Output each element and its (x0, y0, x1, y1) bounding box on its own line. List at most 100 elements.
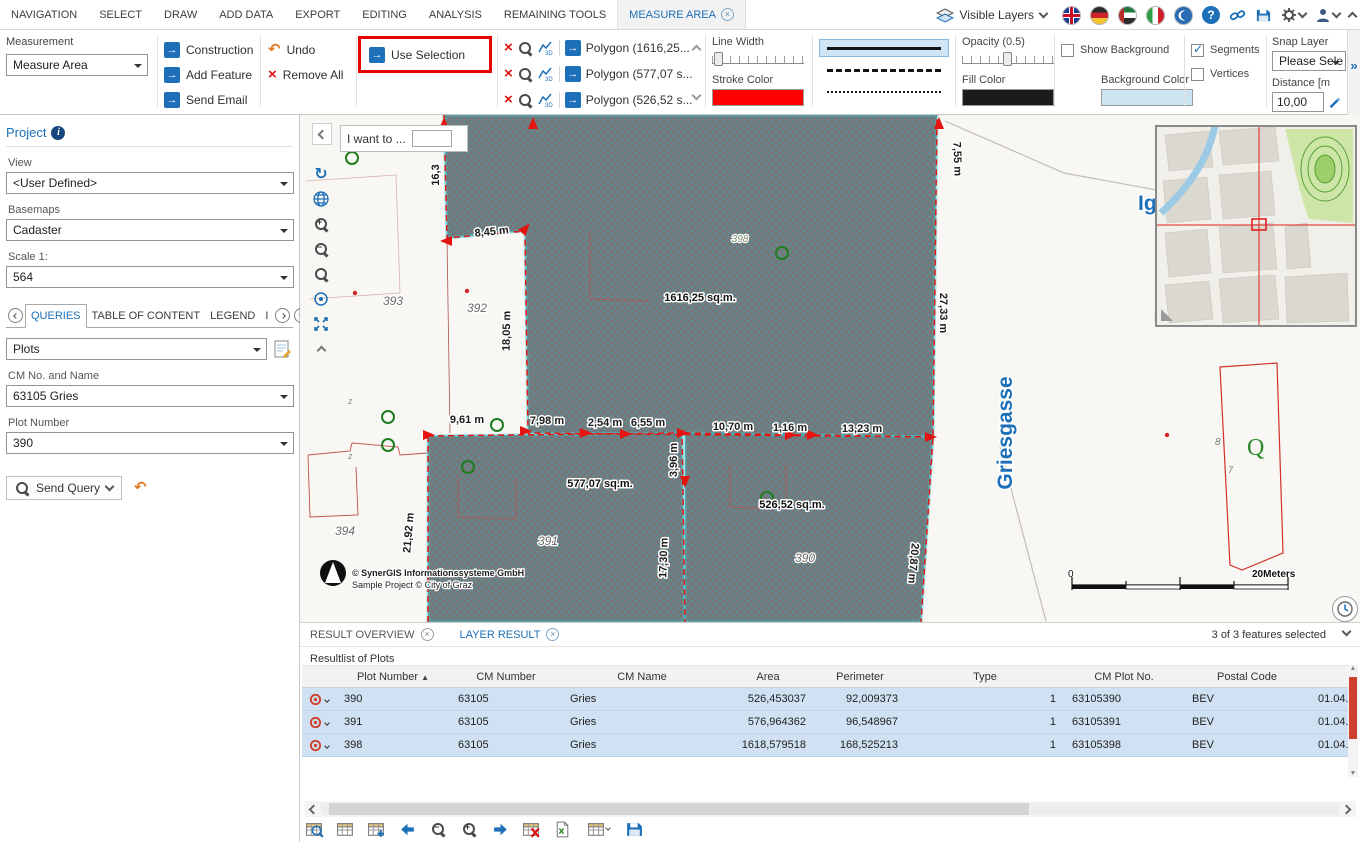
header-perimeter[interactable]: Perimeter (814, 666, 906, 688)
settings-button[interactable] (1281, 7, 1306, 23)
project-info-icon[interactable]: i (51, 126, 65, 140)
add-to-table-button[interactable] (366, 819, 386, 839)
scroll-right-icon[interactable] (1342, 804, 1352, 814)
scale-select[interactable]: 564 (6, 266, 294, 288)
snap-layer-select[interactable]: Please Sele (1272, 51, 1346, 71)
zoom-box-icon[interactable] (310, 263, 332, 285)
language-crescent-flag-icon[interactable] (1174, 6, 1193, 25)
center-map-icon[interactable] (310, 288, 332, 310)
reset-query-icon[interactable]: ↶ (134, 481, 147, 495)
header-cm-plot-no[interactable]: CM Plot No. (1064, 666, 1184, 688)
polygon-action-icon[interactable]: → (565, 66, 581, 82)
language-italian-flag-icon[interactable] (1146, 6, 1165, 25)
measure-mode-select[interactable]: Measure Area (6, 54, 148, 76)
table-row[interactable]: 39863105Gries1618,579518168,525213163105… (302, 734, 1348, 757)
snap-edit-icon[interactable] (1327, 95, 1341, 109)
header-clipped-column[interactable] (1310, 666, 1348, 688)
measure-3d-icon[interactable]: 3D (538, 40, 554, 56)
help-icon[interactable]: ? (1202, 6, 1220, 24)
slider-handle-icon[interactable] (1003, 52, 1012, 66)
share-link-icon[interactable] (1229, 7, 1246, 24)
polygon-action-icon[interactable]: → (565, 40, 581, 56)
zoom-in-result-button[interactable]: + (459, 819, 479, 839)
stroke-color-swatch[interactable] (712, 89, 804, 106)
measure-3d-icon[interactable]: 3D (538, 66, 554, 82)
menu-tab-measure-area[interactable]: MEASURE AREA × (617, 0, 746, 29)
line-style-solid[interactable] (819, 39, 949, 57)
row-locate-icon[interactable] (302, 734, 336, 757)
scroll-down-icon[interactable] (692, 91, 702, 101)
snap-distance-input[interactable]: 10,00 (1272, 92, 1324, 112)
collapse-ribbon-icon[interactable] (1348, 12, 1358, 22)
tab-result-overview[interactable]: RESULT OVERVIEW × (310, 628, 434, 641)
previous-result-button[interactable] (397, 819, 417, 839)
slider-handle-icon[interactable] (714, 52, 723, 66)
i-want-to-widget[interactable]: I want to ... (340, 125, 468, 152)
line-style-dotted[interactable] (819, 83, 949, 101)
close-tab-icon[interactable]: × (721, 8, 734, 21)
use-selection-button[interactable]: → Use Selection (369, 45, 465, 65)
results-horizontal-scrollbar[interactable] (304, 801, 1356, 817)
delete-polygon-icon[interactable]: × (504, 93, 513, 107)
full-extent-icon[interactable] (310, 313, 332, 335)
i-want-to-input[interactable] (412, 130, 452, 147)
language-english-flag-icon[interactable] (1062, 6, 1081, 25)
table-row[interactable]: 39163105Gries576,96436296,54896716310539… (302, 711, 1348, 734)
header-cm-number[interactable]: CM Number (450, 666, 562, 688)
zoom-to-polygon-icon[interactable] (518, 41, 533, 56)
scrollbar-thumb[interactable] (1349, 677, 1357, 739)
export-result-button[interactable] (552, 819, 572, 839)
tab-queries[interactable]: QUERIES (25, 304, 87, 328)
next-result-button[interactable] (490, 819, 510, 839)
zoom-in-icon[interactable]: + (310, 213, 332, 235)
zoom-out-result-button[interactable]: − (428, 819, 448, 839)
menu-tab-draw[interactable]: DRAW (153, 0, 208, 29)
menu-tab-export[interactable]: EXPORT (284, 0, 351, 29)
tab-table-of-content[interactable]: TABLE OF CONTENT (87, 305, 206, 327)
menu-tab-select[interactable]: SELECT (88, 0, 153, 29)
scroll-down-icon[interactable]: ▼ (1348, 770, 1358, 777)
header-postal-code[interactable]: Postal Code (1184, 666, 1310, 688)
collapse-results-icon[interactable] (1342, 627, 1352, 637)
polygon-list-item[interactable]: × 3D → Polygon (577,07 s... (504, 63, 693, 85)
selected-parcel-390[interactable] (685, 433, 933, 622)
tab-legend[interactable]: LEGEND (205, 305, 260, 327)
measure-3d-icon[interactable]: 3D (538, 92, 554, 108)
fill-color-swatch[interactable] (962, 89, 1054, 106)
header-plot-number[interactable]: Plot Number ▲ (336, 666, 450, 688)
menu-tab-navigation[interactable]: NAVIGATION (0, 0, 88, 29)
delete-polygon-icon[interactable]: × (504, 67, 513, 81)
send-email-button[interactable]: → Send Email (164, 90, 253, 110)
polygon-list-item[interactable]: × 3D → Polygon (1616,25... (504, 37, 693, 59)
show-background-checkbox[interactable]: Show Background (1061, 40, 1193, 60)
scroll-up-icon[interactable] (692, 45, 702, 55)
line-width-slider[interactable] (712, 52, 804, 66)
close-tab-icon[interactable]: × (421, 628, 434, 641)
menu-tab-analysis[interactable]: ANALYSIS (418, 0, 493, 29)
table-options-button[interactable] (583, 819, 613, 839)
user-account-button[interactable] (1315, 7, 1340, 23)
polygon-list-item[interactable]: × 3D → Polygon (526,52 s... (504, 89, 693, 111)
tab-partial[interactable]: I (260, 305, 273, 327)
background-color-swatch[interactable] (1101, 89, 1193, 106)
zoom-out-icon[interactable]: − (310, 238, 332, 260)
cm-number-select[interactable]: 63105 Gries (6, 385, 294, 407)
clear-result-button[interactable] (521, 819, 541, 839)
basemap-select[interactable]: Cadaster (6, 219, 294, 241)
toolbar-collapse-icon[interactable] (310, 338, 332, 360)
send-query-button[interactable]: Send Query (6, 476, 122, 500)
zoom-to-result-button[interactable] (304, 819, 324, 839)
header-cm-name[interactable]: CM Name (562, 666, 722, 688)
ribbon-expand-button[interactable]: » (1347, 30, 1360, 115)
polygon-action-icon[interactable]: → (565, 92, 581, 108)
plot-number-select[interactable]: 390 (6, 432, 294, 454)
line-style-dashed[interactable] (819, 61, 949, 79)
results-vertical-scrollbar[interactable]: ▲ ▼ (1348, 665, 1358, 777)
map-viewport[interactable]: zz 8,45 m 16,3 7,55 m 18,05 m 9,61 m 7,9… (300, 115, 1360, 622)
zoom-to-polygon-icon[interactable] (518, 67, 533, 82)
construction-button[interactable]: → Construction (164, 40, 253, 60)
scroll-up-icon[interactable]: ▲ (1348, 665, 1358, 672)
refresh-map-icon[interactable]: ↻ (310, 163, 332, 185)
language-arabic-flag-icon[interactable] (1118, 6, 1137, 25)
tabs-scroll-left-icon[interactable] (8, 308, 23, 323)
